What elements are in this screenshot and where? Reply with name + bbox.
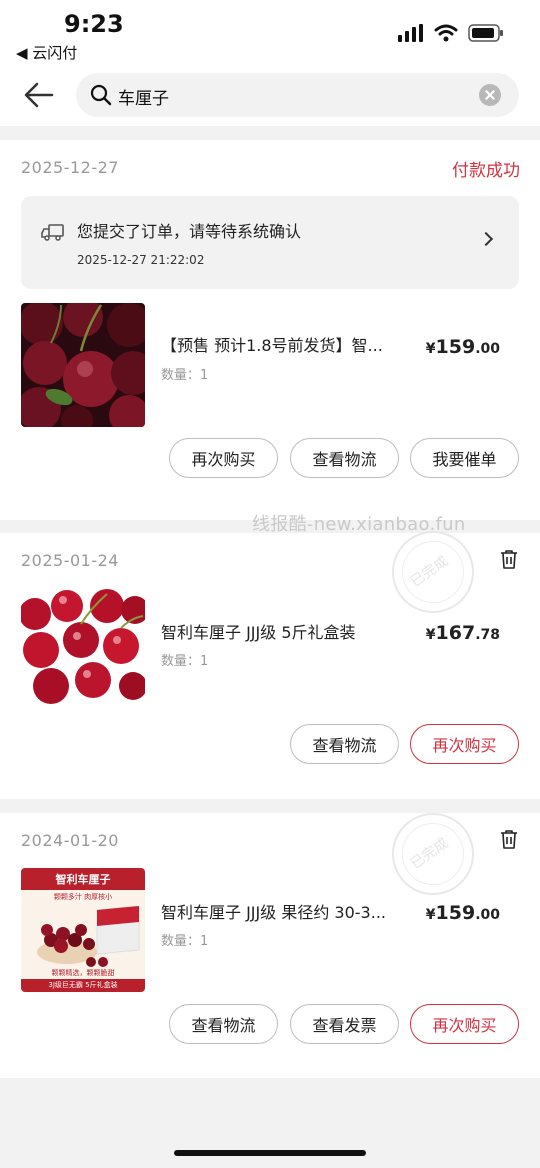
battery-icon [468,24,503,42]
back-arrow-icon[interactable] [22,80,56,110]
product-image[interactable] [21,303,145,427]
order-date: 2025-01-24 [21,551,119,570]
product-image[interactable] [21,588,145,712]
urge-order-button[interactable]: 我要催单 [410,438,519,478]
rebuy-button[interactable]: 再次购买 [169,438,278,478]
wifi-icon [434,24,458,42]
clear-search-icon[interactable] [479,84,501,106]
view-invoice-button[interactable]: 查看发票 [290,1004,399,1044]
notice-time: 2025-12-27 21:22:02 [77,253,205,267]
product-price: ¥159.00 [425,902,500,924]
order-card[interactable]: 2025-01-24 已完成 智利车厘子 JJJ级 5斤礼盒装 数量：1 ¥16… [0,531,540,799]
product-image[interactable]: 智利车厘子 颗颗多汁 肉厚核小 颗颗精选，颗颗脆甜 3J级巨无霸 5斤礼盒装 [21,868,145,992]
home-indicator[interactable] [174,1150,366,1156]
truck-icon [41,224,64,241]
order-status: 付款成功 [452,161,520,181]
view-logistics-button[interactable]: 查看物流 [290,724,399,764]
order-card[interactable]: 2024-01-20 已完成 智利车厘子 颗颗多汁 肉厚核小 颗颗精选，颗颗脆甜… [0,813,540,1078]
product-quantity: 数量：1 [161,934,209,949]
search-input[interactable]: 车厘子 [76,73,519,117]
back-to-app-link[interactable]: ◀ 云闪付 [16,42,77,63]
completed-stamp: 已完成 [392,531,474,613]
order-card[interactable]: 2025-12-27 付款成功 您提交了订单，请等待系统确认 2025-12-2… [0,140,540,520]
product-name[interactable]: 智利车厘子 JJJ级 果径约 30-3... [161,899,386,923]
product-quantity: 数量：1 [161,368,209,383]
order-date: 2025-12-27 [21,158,119,177]
status-time: 9:23 [64,10,124,38]
trash-icon[interactable] [500,829,518,849]
view-logistics-button[interactable]: 查看物流 [290,438,399,478]
status-bar: 9:23 ◀ 云闪付 [0,0,540,72]
rebuy-button[interactable]: 再次购买 [410,724,519,764]
product-name[interactable]: 【预售 预计1.8号前发货】智... [161,332,383,356]
product-quantity: 数量：1 [161,654,209,669]
product-price: ¥159.00 [425,336,500,358]
rebuy-button[interactable]: 再次购买 [410,1004,519,1044]
search-query: 车厘子 [118,89,169,109]
search-header: 车厘子 [0,72,540,126]
view-logistics-button[interactable]: 查看物流 [169,1004,278,1044]
search-icon [90,84,112,106]
trash-icon[interactable] [500,549,518,569]
chevron-right-icon [478,231,494,247]
order-date: 2024-01-20 [21,831,119,850]
cellular-signal-icon [398,24,423,42]
system-icons [398,24,504,42]
notice-title: 您提交了订单，请等待系统确认 [77,222,302,241]
completed-stamp: 已完成 [392,813,474,895]
order-notice[interactable]: 您提交了订单，请等待系统确认 2025-12-27 21:22:02 [21,196,519,289]
product-name[interactable]: 智利车厘子 JJJ级 5斤礼盒装 [161,619,356,643]
product-price: ¥167.78 [425,622,500,644]
